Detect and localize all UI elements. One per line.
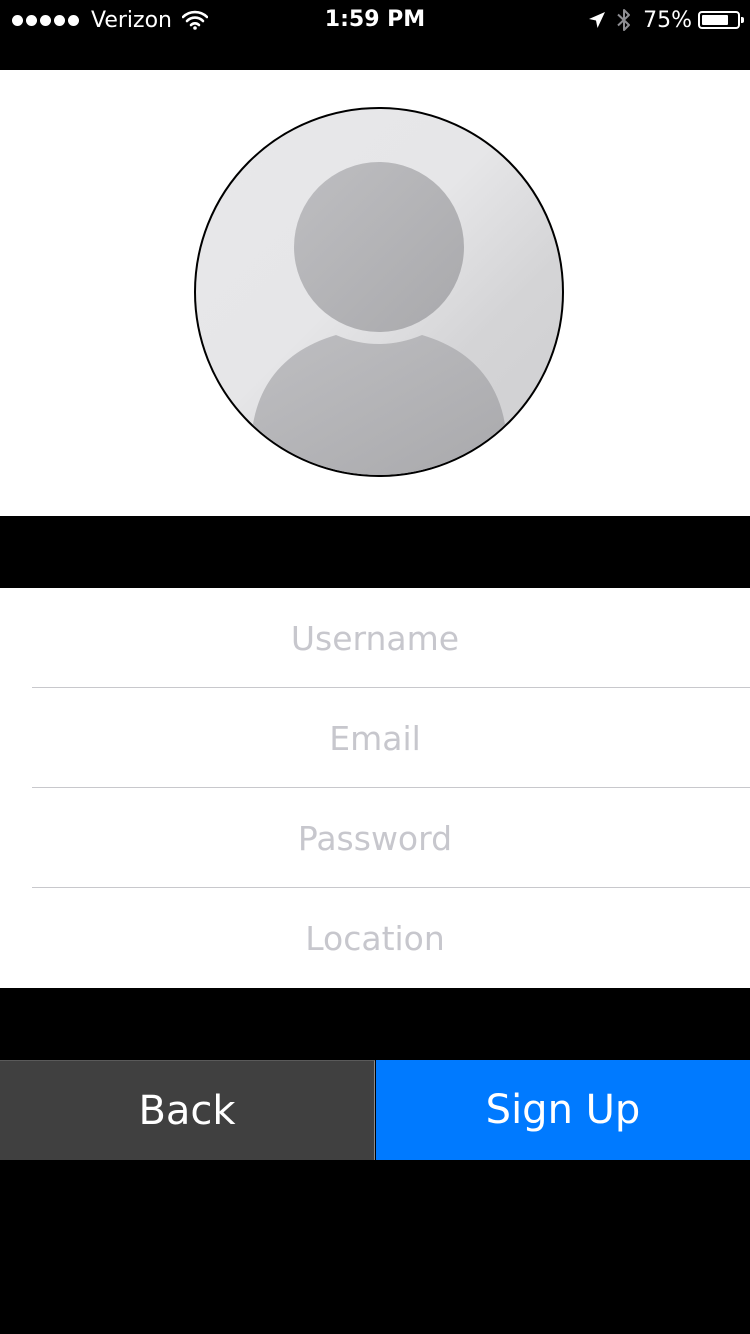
battery-level <box>702 15 728 25</box>
location-field[interactable] <box>0 888 750 988</box>
location-arrow-icon <box>587 10 607 30</box>
battery-nub <box>741 17 744 23</box>
avatar-panel <box>0 70 750 516</box>
signup-form <box>0 588 750 988</box>
battery-percent: 75% <box>643 7 692 33</box>
battery-icon <box>698 11 744 29</box>
location-row <box>0 888 750 988</box>
user-placeholder-icon <box>252 162 506 475</box>
password-field[interactable] <box>0 788 750 888</box>
email-field[interactable] <box>0 688 750 788</box>
email-row <box>0 688 750 788</box>
bluetooth-icon <box>615 8 633 32</box>
username-field[interactable] <box>0 588 750 688</box>
back-button[interactable]: Back <box>0 1060 375 1160</box>
password-row <box>0 788 750 888</box>
sign-up-button[interactable]: Sign Up <box>376 1060 750 1160</box>
profile-photo-button[interactable] <box>194 107 564 477</box>
status-right: 75% <box>587 7 744 33</box>
status-bar: Verizon 1:59 PM 75% <box>0 0 750 40</box>
username-row <box>0 588 750 688</box>
